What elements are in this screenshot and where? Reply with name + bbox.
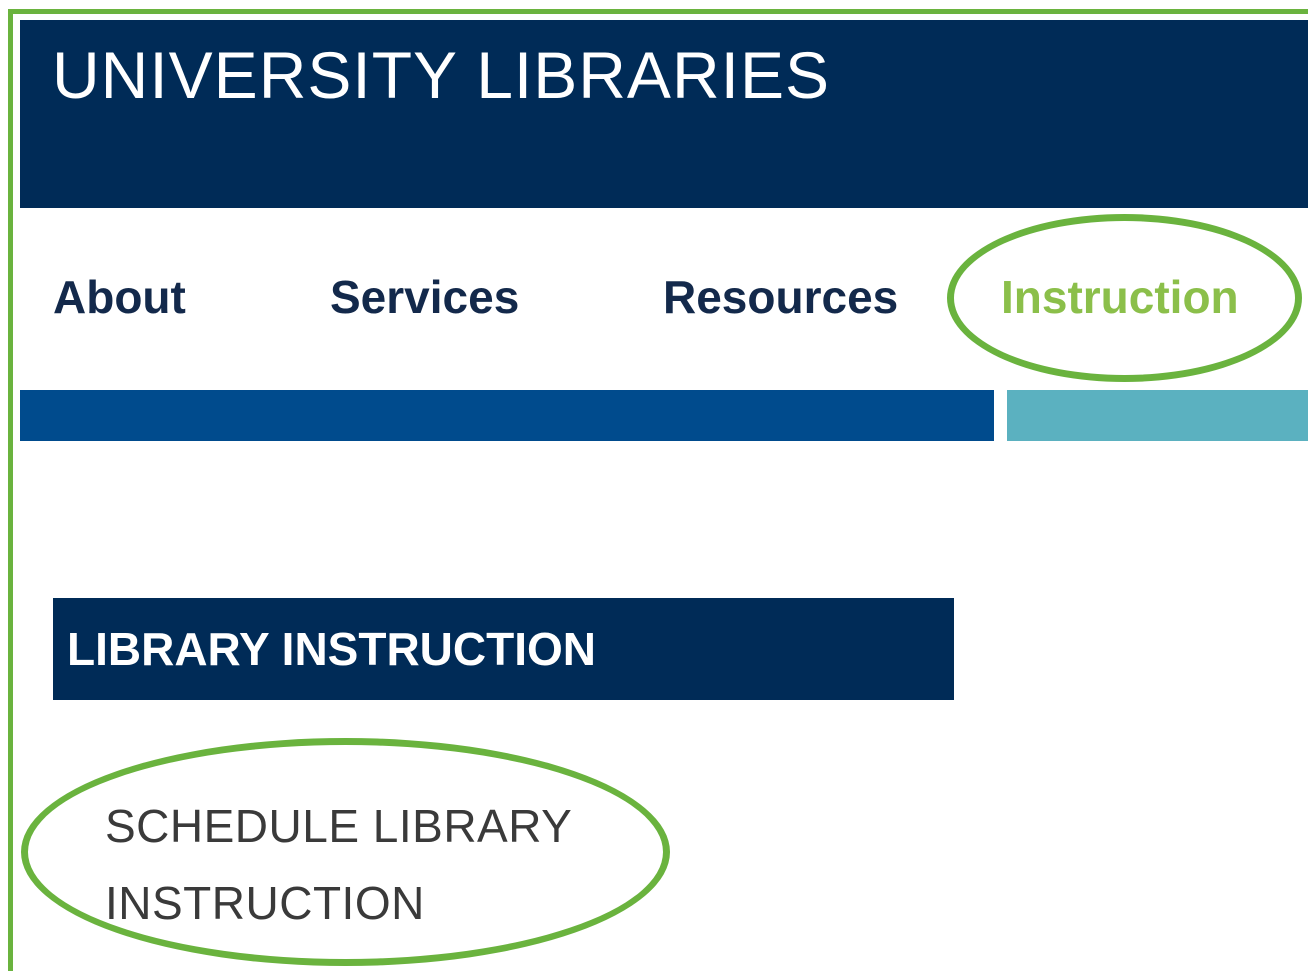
nav-item-about[interactable]: About — [53, 274, 186, 320]
section-heading-box: LIBRARY INSTRUCTION — [53, 598, 954, 700]
nav-item-instruction[interactable]: Instruction — [1001, 274, 1239, 320]
main-nav: About Services Resources Instruction — [20, 208, 1308, 390]
schedule-link-line1: SCHEDULE LIBRARY — [105, 800, 573, 852]
schedule-link-line2: INSTRUCTION — [105, 877, 425, 929]
nav-item-resources[interactable]: Resources — [663, 274, 898, 320]
nav-accent-bar-active — [1007, 390, 1308, 441]
nav-accent-bar — [20, 390, 994, 441]
site-title[interactable]: UNIVERSITY LIBRARIES — [52, 42, 830, 108]
schedule-library-instruction-link[interactable]: SCHEDULE LIBRARY INSTRUCTION — [105, 788, 625, 942]
nav-item-services[interactable]: Services — [330, 274, 519, 320]
section-heading: LIBRARY INSTRUCTION — [67, 623, 596, 675]
site-header: UNIVERSITY LIBRARIES — [20, 20, 1308, 208]
